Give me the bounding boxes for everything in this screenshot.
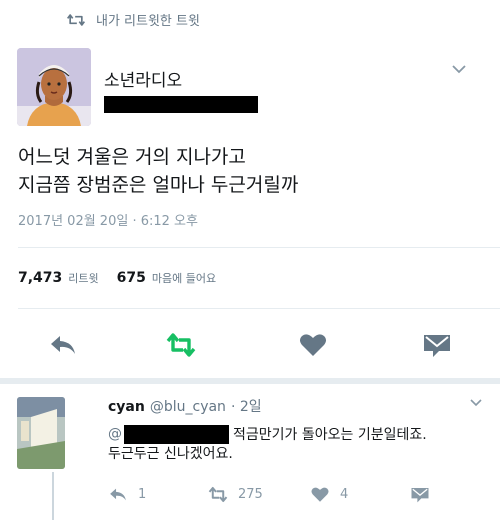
direct-message-button[interactable] [410, 486, 430, 503]
reply-button[interactable]: 1 [108, 486, 146, 503]
reply-count: 1 [138, 487, 147, 502]
reply-tweet: cyan @blu_cyan · 2일 @ 적금만기가 돌아오는 기분일테죠. … [0, 384, 500, 520]
reply-text-line: 두근두근 신나겠어요. [108, 446, 233, 462]
tweet-actions [0, 327, 500, 363]
reply-handle[interactable]: @blu_cyan [150, 399, 226, 415]
retweet-button[interactable]: 275 [208, 486, 263, 503]
reply-time[interactable]: · 2일 [231, 396, 262, 416]
retweet-icon [166, 333, 196, 357]
retweet-button[interactable] [163, 327, 199, 363]
like-count[interactable]: 675 [117, 270, 146, 286]
chevron-down-icon[interactable] [470, 398, 482, 407]
envelope-icon [411, 487, 429, 503]
like-count: 4 [340, 487, 349, 502]
thread-line [52, 472, 54, 520]
retweet-icon [67, 13, 85, 26]
display-name[interactable]: 소년라디오 [104, 66, 182, 91]
tweet-text: 어느덧 겨울은 거의 지나가고 지금쯤 장범준은 얼마나 두근거릴까 [18, 143, 488, 199]
tweet-timestamp[interactable]: 2017년 02월 20일 · 6:12 오후 [18, 210, 198, 229]
retweet-context: 내가 리트윗한 트윗 [66, 10, 200, 29]
retweet-icon [208, 486, 228, 503]
avatar-illustration [17, 397, 65, 469]
tweet-text-line: 지금쯤 장범준은 얼마나 두근거릴까 [18, 174, 299, 196]
redacted-handle [104, 96, 258, 113]
mention-prefix[interactable]: @ [108, 426, 122, 442]
direct-message-button[interactable] [419, 327, 455, 363]
reply-display-name[interactable]: cyan [108, 399, 145, 415]
like-button[interactable] [295, 327, 331, 363]
reply-icon [51, 336, 75, 354]
tweet-text-line: 어느덧 겨울은 거의 지나가고 [18, 146, 246, 168]
heart-icon [311, 487, 329, 502]
like-count-label[interactable]: 마음에 들어요 [152, 270, 216, 286]
tweet-stats: 7,473 리트윗 675 마음에 들어요 [18, 270, 228, 286]
chevron-down-icon[interactable] [452, 64, 466, 74]
avatar[interactable] [17, 48, 91, 126]
reply-icon [110, 488, 126, 501]
heart-icon [300, 334, 326, 356]
reply-button[interactable] [45, 327, 81, 363]
divider [18, 247, 500, 248]
redacted-mention [124, 424, 229, 444]
retweet-context-label: 내가 리트윗한 트윗 [96, 14, 200, 29]
reply-text: 적금만기가 돌아오는 기분일테죠. [233, 427, 427, 443]
retweet-count-label[interactable]: 리트윗 [68, 270, 98, 286]
divider [18, 308, 500, 309]
reply-text-line: @ 적금만기가 돌아오는 기분일테죠. [108, 424, 427, 444]
reply-header: cyan @blu_cyan · 2일 [108, 396, 262, 416]
like-button[interactable]: 4 [310, 486, 348, 503]
avatar-illustration [17, 48, 91, 126]
retweet-count[interactable]: 7,473 [18, 270, 62, 286]
envelope-icon [424, 335, 450, 357]
retweet-count: 275 [238, 487, 263, 502]
reply-actions: 1 275 4 [108, 486, 488, 510]
avatar[interactable] [17, 397, 65, 469]
